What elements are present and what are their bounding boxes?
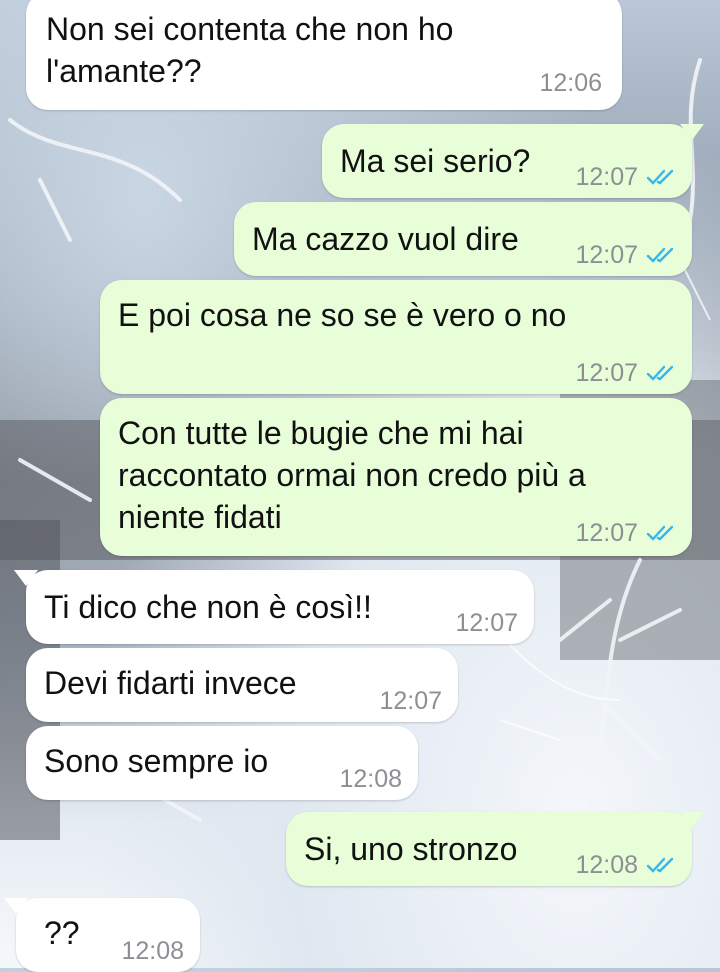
message-meta: 12:08 <box>339 758 402 800</box>
message-time: 12:07 <box>575 241 638 269</box>
chat-thread[interactable]: Non sei contenta che non ho l'amante?? 1… <box>0 0 720 972</box>
message-text: Ma cazzo vuol dire <box>252 221 519 257</box>
message-text: ?? <box>44 915 80 951</box>
message-time: 12:07 <box>575 163 638 191</box>
message-text: Devi fidarti invece <box>44 665 297 701</box>
bubble-tail <box>14 570 38 586</box>
message-text: Ma sei serio? <box>340 143 531 179</box>
message-time: 12:07 <box>379 687 442 715</box>
message-text: Sono sempre io <box>44 743 269 779</box>
message-text: Non sei contenta che non ho l'amante?? <box>46 11 454 89</box>
message-text: Ti dico che non è così!! <box>44 589 372 625</box>
bubble-tail <box>680 812 704 828</box>
incoming-message[interactable]: Sono sempre io 12:08 <box>26 726 418 800</box>
message-meta: 12:08 <box>575 844 676 886</box>
double-check-icon <box>646 525 674 541</box>
incoming-message[interactable]: ?? 12:08 <box>4 898 200 972</box>
outgoing-message[interactable]: Ma sei serio? 12:07 <box>322 124 704 198</box>
message-meta: 12:07 <box>575 512 676 554</box>
message-text: Con tutte le bugie che mi hai raccontato… <box>118 415 586 535</box>
message-meta: 12:07 <box>575 234 676 276</box>
message-time: 12:07 <box>575 519 638 547</box>
message-meta: 12:08 <box>121 930 184 972</box>
double-check-icon <box>646 857 674 873</box>
outgoing-message[interactable]: Ma cazzo vuol dire 12:07 <box>234 202 692 276</box>
message-meta: 12:07 <box>455 602 518 644</box>
message-meta: 12:07 <box>575 156 676 198</box>
incoming-message[interactable]: Devi fidarti invece 12:07 <box>26 648 458 722</box>
message-time: 12:08 <box>575 851 638 879</box>
incoming-message[interactable]: Non sei contenta che non ho l'amante?? 1… <box>26 0 622 110</box>
message-time: 12:06 <box>539 69 602 97</box>
message-meta: 12:07 <box>379 680 442 722</box>
outgoing-message[interactable]: E poi cosa ne so se è vero o no 12:07 <box>100 280 692 394</box>
outgoing-message[interactable]: Con tutte le bugie che mi hai raccontato… <box>100 398 692 556</box>
message-meta: 12:07 <box>575 352 676 394</box>
message-time: 12:07 <box>455 609 518 637</box>
message-text: E poi cosa ne so se è vero o no <box>118 297 567 333</box>
outgoing-message[interactable]: Si, uno stronzo 12:08 <box>286 812 704 886</box>
double-check-icon <box>646 247 674 263</box>
message-time: 12:08 <box>121 937 184 965</box>
double-check-icon <box>646 365 674 381</box>
message-time: 12:08 <box>339 765 402 793</box>
bubble-tail <box>680 124 704 140</box>
bubble-tail <box>4 898 28 914</box>
message-meta: 12:06 <box>539 62 602 104</box>
message-text: Si, uno stronzo <box>304 831 518 867</box>
double-check-icon <box>646 169 674 185</box>
message-time: 12:07 <box>575 359 638 387</box>
incoming-message[interactable]: Ti dico che non è così!! 12:07 <box>14 570 534 644</box>
